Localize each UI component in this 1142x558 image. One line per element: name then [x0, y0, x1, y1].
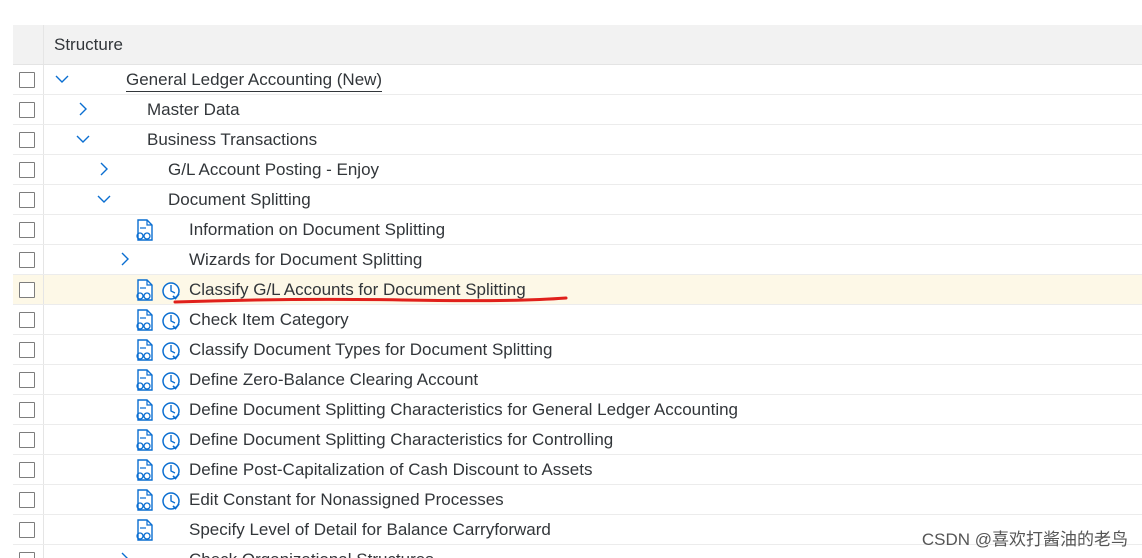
row-checkbox[interactable] — [19, 132, 35, 148]
tree-node-label[interactable]: General Ledger Accounting (New) — [126, 70, 383, 92]
structure-tree: Structure General Ledger Accounting (New… — [13, 25, 1142, 558]
documentation-icon[interactable] — [134, 519, 154, 541]
row-checkbox[interactable] — [19, 432, 35, 448]
tree-row[interactable]: General Ledger Accounting (New) — [13, 65, 1142, 95]
chevron-right-icon[interactable] — [76, 102, 90, 116]
documentation-icon[interactable] — [134, 459, 154, 481]
tree-node-label[interactable]: Check Item Category — [189, 310, 349, 330]
row-selector-cell — [13, 275, 44, 304]
tree-row[interactable]: G/L Account Posting - Enjoy — [13, 155, 1142, 185]
row-selector-cell — [13, 425, 44, 454]
tree-row[interactable]: Define Post-Capitalization of Cash Disco… — [13, 455, 1142, 485]
row-selector-cell — [13, 365, 44, 394]
documentation-icon[interactable] — [134, 399, 154, 421]
tree-header: Structure — [13, 25, 1142, 65]
row-selector-cell — [13, 485, 44, 514]
row-selector-cell — [13, 155, 44, 184]
row-selector-cell — [13, 545, 44, 558]
select-all-column[interactable] — [13, 25, 44, 64]
execute-clock-icon[interactable] — [161, 491, 181, 511]
tree-row[interactable]: Document Splitting — [13, 185, 1142, 215]
documentation-icon[interactable] — [134, 219, 154, 241]
documentation-icon[interactable] — [134, 339, 154, 361]
execute-clock-icon[interactable] — [161, 401, 181, 421]
documentation-icon[interactable] — [134, 369, 154, 391]
execute-clock-icon[interactable] — [161, 431, 181, 451]
chevron-down-icon[interactable] — [76, 132, 90, 146]
row-selector-cell — [13, 95, 44, 124]
tree-row[interactable]: Check Item Category — [13, 305, 1142, 335]
tree-row[interactable]: Master Data — [13, 95, 1142, 125]
row-selector-cell — [13, 515, 44, 544]
documentation-icon[interactable] — [134, 309, 154, 331]
watermark: CSDN @喜欢打酱油的老鸟 — [921, 530, 1128, 549]
row-checkbox[interactable] — [19, 72, 35, 88]
tree-node-label[interactable]: Wizards for Document Splitting — [189, 250, 422, 270]
tree-node-label[interactable]: Define Zero-Balance Clearing Account — [189, 370, 478, 390]
tree-row[interactable]: Business Transactions — [13, 125, 1142, 155]
tree-node-label[interactable]: Business Transactions — [147, 130, 317, 150]
tree-node-label[interactable]: Edit Constant for Nonassigned Processes — [189, 490, 504, 510]
tree-row[interactable]: Define Zero-Balance Clearing Account — [13, 365, 1142, 395]
tree-node-label[interactable]: Define Post-Capitalization of Cash Disco… — [189, 460, 592, 480]
row-selector-cell — [13, 65, 44, 94]
tree-row[interactable]: Information on Document Splitting — [13, 215, 1142, 245]
row-selector-cell — [13, 395, 44, 424]
documentation-icon[interactable] — [134, 279, 154, 301]
red-underline-annotation — [173, 296, 568, 304]
row-selector-cell — [13, 185, 44, 214]
row-checkbox[interactable] — [19, 252, 35, 268]
tree-row[interactable]: Define Document Splitting Characteristic… — [13, 395, 1142, 425]
row-selector-cell — [13, 305, 44, 334]
row-checkbox[interactable] — [19, 342, 35, 358]
documentation-icon[interactable] — [134, 429, 154, 451]
tree-node-label[interactable]: Specify Level of Detail for Balance Carr… — [189, 520, 551, 540]
row-selector-cell — [13, 215, 44, 244]
execute-clock-icon[interactable] — [161, 341, 181, 361]
execute-clock-icon[interactable] — [161, 461, 181, 481]
row-checkbox[interactable] — [19, 372, 35, 388]
row-checkbox[interactable] — [19, 492, 35, 508]
row-checkbox[interactable] — [19, 102, 35, 118]
documentation-icon[interactable] — [134, 489, 154, 511]
row-selector-cell — [13, 455, 44, 484]
chevron-right-icon[interactable] — [97, 162, 111, 176]
tree-row[interactable]: Wizards for Document Splitting — [13, 245, 1142, 275]
row-selector-cell — [13, 335, 44, 364]
tree-node-label[interactable]: Define Document Splitting Characteristic… — [189, 400, 738, 420]
chevron-down-icon[interactable] — [97, 192, 111, 206]
row-checkbox[interactable] — [19, 312, 35, 328]
tree-node-label[interactable]: Document Splitting — [168, 190, 311, 210]
tree-row[interactable]: Classify Document Types for Document Spl… — [13, 335, 1142, 365]
row-checkbox[interactable] — [19, 282, 35, 298]
chevron-right-icon[interactable] — [118, 552, 132, 558]
chevron-down-icon[interactable] — [55, 72, 69, 86]
row-checkbox[interactable] — [19, 222, 35, 238]
row-checkbox[interactable] — [19, 522, 35, 538]
row-checkbox[interactable] — [19, 462, 35, 478]
tree-row[interactable]: Define Document Splitting Characteristic… — [13, 425, 1142, 455]
row-checkbox[interactable] — [19, 552, 35, 558]
row-selector-cell — [13, 125, 44, 154]
tree-node-label[interactable]: Define Document Splitting Characteristic… — [189, 430, 613, 450]
tree-node-label[interactable]: Information on Document Splitting — [189, 220, 445, 240]
tree-node-label[interactable]: Classify Document Types for Document Spl… — [189, 340, 552, 360]
row-selector-cell — [13, 245, 44, 274]
row-checkbox[interactable] — [19, 192, 35, 208]
tree-node-label[interactable]: Check Organizational Structures — [189, 550, 434, 558]
row-checkbox[interactable] — [19, 402, 35, 418]
execute-clock-icon[interactable] — [161, 371, 181, 391]
chevron-right-icon[interactable] — [118, 252, 132, 266]
tree-node-label[interactable]: Master Data — [147, 100, 240, 120]
tree-row[interactable]: Edit Constant for Nonassigned Processes — [13, 485, 1142, 515]
column-header-structure: Structure — [54, 35, 123, 54]
row-checkbox[interactable] — [19, 162, 35, 178]
execute-clock-icon[interactable] — [161, 311, 181, 331]
tree-node-label[interactable]: G/L Account Posting - Enjoy — [168, 160, 379, 180]
